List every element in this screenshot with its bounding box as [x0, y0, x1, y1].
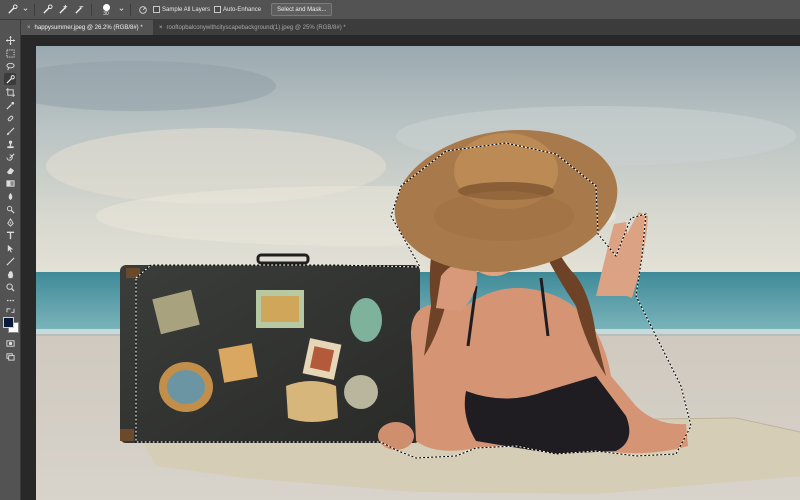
zoom-tool-icon[interactable]	[4, 281, 16, 293]
quick-mask-icon[interactable]	[4, 337, 16, 349]
healing-brush-tool-icon[interactable]	[4, 112, 16, 124]
tab-rooftopbalcony[interactable]: × rooftopbalconywithcityscapebackground(…	[153, 20, 352, 35]
crop-tool-icon[interactable]	[4, 86, 16, 98]
quick-selection-tool-preset-icon[interactable]	[6, 4, 18, 16]
swap-colors-icon[interactable]	[4, 306, 16, 314]
close-tab-icon[interactable]: ×	[27, 25, 31, 31]
tools-panel	[0, 20, 21, 500]
subtract-from-selection-icon[interactable]	[73, 4, 85, 16]
divider	[34, 3, 35, 16]
foreground-color-swatch[interactable]	[3, 317, 14, 328]
lasso-tool-icon[interactable]	[4, 60, 16, 72]
more-tools-icon[interactable]	[4, 294, 16, 306]
dodge-tool-icon[interactable]	[4, 203, 16, 215]
canvas-area[interactable]	[21, 35, 800, 500]
document-tabs: × happysummer.jpeg @ 26.2% (RGB/8#) * × …	[21, 20, 800, 35]
close-tab-icon[interactable]: ×	[159, 25, 163, 31]
chevron-down-icon[interactable]	[22, 4, 28, 16]
path-selection-tool-icon[interactable]	[4, 242, 16, 254]
marquee-tool-icon[interactable]	[4, 47, 16, 59]
blur-tool-icon[interactable]	[4, 190, 16, 202]
document-canvas[interactable]	[36, 46, 800, 500]
brush-size-picker[interactable]: 30	[98, 3, 114, 17]
eyedropper-tool-icon[interactable]	[4, 99, 16, 111]
history-brush-tool-icon[interactable]	[4, 151, 16, 163]
brush-tool-icon[interactable]	[4, 125, 16, 137]
type-tool-icon[interactable]	[4, 229, 16, 241]
add-to-selection-icon[interactable]	[57, 4, 69, 16]
eraser-tool-icon[interactable]	[4, 164, 16, 176]
gradient-tool-icon[interactable]	[4, 177, 16, 189]
brush-size-value: 30	[103, 10, 109, 17]
hand-tool-icon[interactable]	[4, 268, 16, 280]
tab-happysummer[interactable]: × happysummer.jpeg @ 26.2% (RGB/8#) *	[21, 20, 153, 35]
sample-all-layers-checkbox[interactable]: Sample All Layers	[153, 6, 210, 13]
tab-label: happysummer.jpeg @ 26.2% (RGB/8#) *	[34, 24, 143, 31]
divider	[91, 3, 92, 16]
select-and-mask-button[interactable]: Select and Mask...	[271, 3, 333, 16]
chevron-down-icon[interactable]	[118, 4, 124, 16]
line-tool-icon[interactable]	[4, 255, 16, 267]
new-selection-icon[interactable]	[41, 4, 53, 16]
quick-selection-tool-icon[interactable]	[4, 73, 16, 85]
photo-beach-summer	[36, 46, 800, 500]
clone-stamp-tool-icon[interactable]	[4, 138, 16, 150]
screen-mode-icon[interactable]	[4, 350, 16, 362]
auto-enhance-label: Auto-Enhance	[223, 6, 262, 13]
pen-tool-icon[interactable]	[4, 216, 16, 228]
checkbox-box[interactable]	[214, 6, 222, 13]
sample-all-layers-label: Sample All Layers	[162, 6, 211, 13]
auto-enhance-checkbox[interactable]: Auto-Enhance	[214, 6, 261, 13]
brush-preview-icon	[102, 3, 110, 11]
move-tool-icon[interactable]	[4, 34, 16, 46]
tab-label: rooftopbalconywithcityscapebackground(1)…	[166, 24, 346, 31]
brush-angle-icon[interactable]	[137, 4, 149, 16]
divider	[130, 3, 131, 16]
options-bar: 30 Sample All Layers Auto-Enhance Select…	[0, 0, 800, 20]
checkbox-box[interactable]	[153, 6, 160, 13]
